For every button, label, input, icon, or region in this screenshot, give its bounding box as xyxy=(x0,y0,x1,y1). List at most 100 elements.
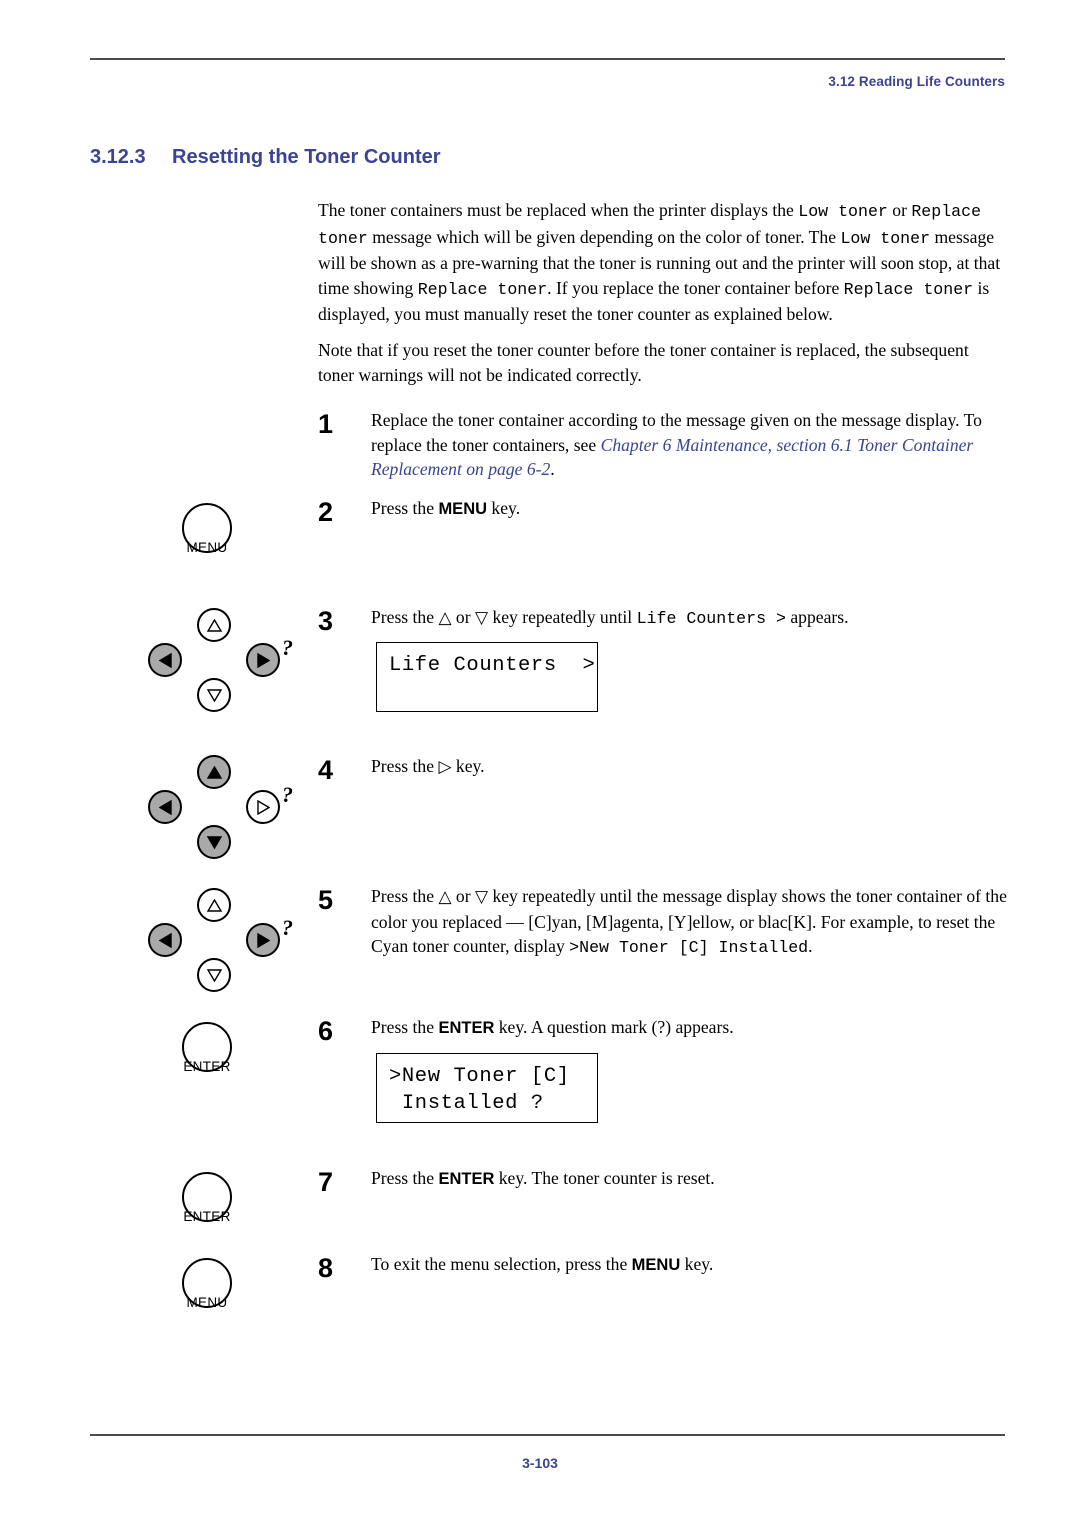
question-mark-glyph-step3: ? xyxy=(282,635,293,660)
footer-rule xyxy=(90,1434,1005,1436)
header-rule xyxy=(90,58,1005,60)
intro-paragraph-1: The toner containers must be replaced wh… xyxy=(318,198,1008,327)
right-arrow-key-step3[interactable] xyxy=(246,643,280,677)
step5-text-a: Press the xyxy=(371,886,439,906)
right-arrow-glyph-step4: ▷ xyxy=(438,757,452,776)
intro-text-2: or xyxy=(887,200,912,220)
right-arrow-key-step5[interactable] xyxy=(246,923,280,957)
step3-text-c: key repeatedly until xyxy=(488,607,637,627)
page-number: 3-103 xyxy=(522,1455,558,1471)
step-text-6: Press the ENTER key. A question mark (?)… xyxy=(371,1015,1011,1041)
triangle-up-icon xyxy=(206,618,222,632)
step-text-4: Press the ▷ key. xyxy=(371,754,1011,780)
down-arrow-key-step4[interactable] xyxy=(197,825,231,859)
triangle-left-icon xyxy=(158,652,172,668)
page-title: 3.12.3 Resetting the Toner Counter xyxy=(90,146,441,169)
intro-text-1: The toner containers must be replaced wh… xyxy=(318,200,799,220)
enter-key-label-step7: ENTER xyxy=(183,1209,231,1224)
step3-text-b: or xyxy=(451,607,475,627)
question-mark-glyph-step5: ? xyxy=(282,915,293,940)
mono-new-toner-installed: >New Toner [C] Installed xyxy=(569,938,809,958)
lcd-line-2: Installed ? xyxy=(389,1092,544,1115)
up-arrow-key-step5[interactable] xyxy=(197,888,231,922)
left-arrow-key-step3[interactable] xyxy=(148,643,182,677)
step-text-7: Press the ENTER key. The toner counter i… xyxy=(371,1166,1011,1192)
step-number-8: 8 xyxy=(318,1253,334,1283)
step4-text-b: key. xyxy=(451,756,485,776)
down-arrow-key-step5[interactable] xyxy=(197,958,231,992)
triangle-right-icon xyxy=(256,932,270,948)
intro-paragraph-2: Note that if you reset the toner counter… xyxy=(318,340,969,385)
up-arrow-glyph-step3: △ xyxy=(438,608,452,627)
triangle-down-icon xyxy=(206,688,222,702)
enter-key-label-step6: ENTER xyxy=(183,1059,231,1074)
up-arrow-key-step3[interactable] xyxy=(197,608,231,642)
step5-text-d: . xyxy=(808,936,813,957)
intro-text-3: message which will be given depending on… xyxy=(367,226,841,247)
intro-text-5: . If you replace the toner container bef… xyxy=(547,277,844,298)
triangle-down-icon xyxy=(206,835,222,849)
key-name-enter-step6: ENTER xyxy=(438,1019,495,1037)
step-text-8: To exit the menu selection, press the ME… xyxy=(371,1252,1011,1278)
mono-life-counters: Life Counters > xyxy=(636,609,786,628)
step-number-1: 1 xyxy=(318,409,334,439)
step3-text-d: appears. xyxy=(785,607,849,627)
triangle-right-icon xyxy=(256,799,270,815)
mono-replace-toner-3: Replace toner xyxy=(843,279,974,299)
arrow-key-cluster-step5: ? xyxy=(142,885,302,995)
step-number-5: 5 xyxy=(318,885,334,915)
triangle-up-icon xyxy=(206,765,222,779)
triangle-left-icon xyxy=(158,799,172,815)
step-number-7: 7 xyxy=(318,1167,334,1197)
key-name-menu-step2: MENU xyxy=(438,500,488,518)
lcd-line-1: >New Toner [C] xyxy=(389,1065,570,1088)
down-arrow-key-step3[interactable] xyxy=(197,678,231,712)
mono-replace-toner-2: Replace toner xyxy=(417,279,548,299)
mono-low-toner-2: Low toner xyxy=(840,228,931,248)
arrow-key-cluster-step4: ? xyxy=(142,752,302,862)
step2-text-a: Press the xyxy=(371,498,439,518)
step-number-3: 3 xyxy=(318,606,334,636)
right-arrow-key-step4[interactable] xyxy=(246,790,280,824)
left-arrow-key-step4[interactable] xyxy=(148,790,182,824)
step-text-1: Replace the toner container according to… xyxy=(371,408,1011,482)
step-number-4: 4 xyxy=(318,755,334,785)
step-text-3: Press the △ or ▽ key repeatedly until Li… xyxy=(371,605,1011,632)
down-arrow-glyph-step3: ▽ xyxy=(474,608,489,627)
step2-text-b: key. xyxy=(487,498,521,518)
triangle-up-icon xyxy=(206,898,222,912)
menu-key-label-step2: MENU xyxy=(186,540,228,555)
key-name-menu-step8: MENU xyxy=(631,1256,681,1274)
step6-text-a: Press the xyxy=(371,1017,439,1037)
running-header: 3.12 Reading Life Counters xyxy=(828,74,1005,89)
step8-text-a: To exit the menu selection, press the xyxy=(371,1254,632,1274)
up-arrow-glyph-step5: △ xyxy=(438,887,452,906)
question-mark-glyph-step4: ? xyxy=(282,782,293,807)
mono-low-toner-1: Low toner xyxy=(798,202,888,221)
up-arrow-key-step4[interactable] xyxy=(197,755,231,789)
lcd-display-life-counters: Life Counters > xyxy=(376,642,598,712)
key-name-enter-step7: ENTER xyxy=(438,1170,495,1188)
triangle-down-icon xyxy=(206,968,222,982)
left-arrow-key-step5[interactable] xyxy=(148,923,182,957)
step-text-2: Press the MENU key. xyxy=(371,496,1011,522)
step7-text-a: Press the xyxy=(371,1168,439,1188)
triangle-left-icon xyxy=(158,932,172,948)
down-arrow-glyph-step5: ▽ xyxy=(474,887,489,906)
lcd-display-new-toner: >New Toner [C] Installed ? xyxy=(376,1053,598,1123)
step8-text-b: key. xyxy=(680,1254,714,1274)
arrow-key-cluster-step3: ? xyxy=(142,605,302,715)
step3-text-a: Press the xyxy=(371,607,439,627)
step-text-5: Press the △ or ▽ key repeatedly until th… xyxy=(371,884,1011,961)
step6-text-b: key. A question mark (?) appears. xyxy=(494,1017,734,1037)
step1-text-b: . xyxy=(550,459,555,480)
step7-text-b: key. The toner counter is reset. xyxy=(494,1168,715,1188)
menu-key-label-step8: MENU xyxy=(186,1295,228,1310)
section-title: Resetting the Toner Counter xyxy=(172,146,441,168)
triangle-right-icon xyxy=(256,652,270,668)
step-number-6: 6 xyxy=(318,1016,334,1046)
section-number: 3.12.3 xyxy=(90,146,146,168)
step4-text-a: Press the xyxy=(371,756,439,776)
step5-text-b: or xyxy=(451,886,475,906)
step-number-2: 2 xyxy=(318,497,334,527)
